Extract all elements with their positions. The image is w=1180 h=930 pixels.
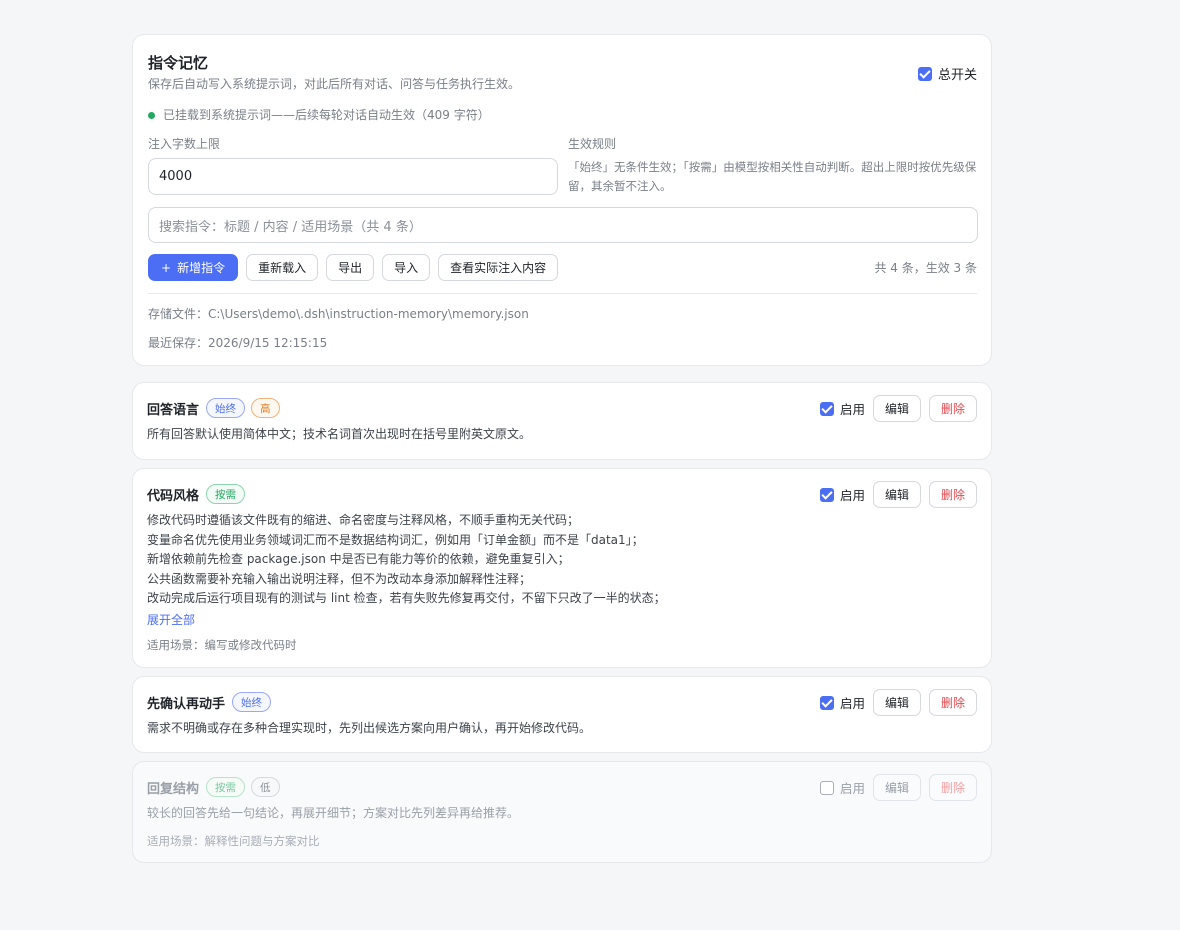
edit-button[interactable]: 编辑 [872, 395, 921, 422]
enable-toggle[interactable]: 启用 [819, 399, 865, 418]
scene-text: 适用场景：编写或修改代码时 [147, 637, 297, 652]
reload-button[interactable]: 重新载入 [246, 254, 319, 281]
mode-tag: 始终 [232, 692, 272, 712]
mode-tag: 按需 [206, 777, 246, 797]
status-text: 已挂载到系统提示词——后续每轮对话自动生效（409 字符） [163, 108, 490, 122]
instruction-title: 代码风格 [147, 488, 200, 504]
priority-tag: 高 [251, 398, 280, 418]
delete-button[interactable]: 删除 [928, 481, 977, 508]
instruction-title: 先确认再动手 [147, 696, 226, 712]
view-injected-button[interactable]: 查看实际注入内容 [438, 254, 559, 281]
instruction-card: 先确认再动手 始终 启用 编辑 删除 需求不明确或存在多种合理实现时，先列出候选… [132, 676, 992, 753]
delete-button[interactable]: 删除 [928, 689, 977, 716]
rule-text: 「始终」无条件生效；「按需」由模型按相关性自动判断。超出上限时按优先级保留，其余… [568, 160, 977, 193]
instruction-content: 修改代码时遵循该文件既有的缩进、命名密度与注释风格，不顺手重构无关代码； 变量命… [147, 513, 666, 605]
expand-all-link[interactable]: 展开全部 [147, 612, 977, 628]
limit-input-value: 4000 [159, 169, 193, 184]
storage-file-path: 存储文件：C:\Users\demo\.dsh\instruction-memo… [148, 307, 529, 321]
enable-checkbox[interactable] [819, 487, 834, 502]
mode-tag: 始终 [206, 398, 246, 418]
toolbar: + 新增指令 重新载入 导出 导入 查看实际注入内容 共 4 条，生效 3 条 [148, 254, 977, 281]
search-placeholder: 搜索指令：标题 / 内容 / 适用场景（共 4 条） [159, 219, 422, 235]
scene-text: 适用场景：解释性问题与方案对比 [147, 833, 320, 848]
instruction-card: 代码风格 按需 启用 编辑 删除 修改代码时遵循该文件既有的缩进、命名密度与注释… [132, 468, 992, 668]
enable-toggle[interactable]: 启用 [819, 485, 865, 504]
page-description: 保存后自动写入系统提示词，对此后所有对话、问答与任务执行生效。 [148, 77, 521, 91]
settings-card: 指令记忆 保存后自动写入系统提示词，对此后所有对话、问答与任务执行生效。 总开关… [132, 34, 992, 366]
page-title: 指令记忆 [148, 54, 209, 72]
rule-label: 生效规则 [568, 137, 617, 151]
limit-label: 注入字数上限 [148, 137, 221, 151]
instruction-memory-panel: 指令记忆 保存后自动写入系统提示词，对此后所有对话、问答与任务执行生效。 总开关… [132, 34, 992, 871]
mount-status: 已挂载到系统提示词——后续每轮对话自动生效（409 字符） [148, 107, 977, 123]
plus-icon: + [161, 260, 172, 275]
enable-checkbox[interactable] [819, 780, 834, 795]
status-dot-icon [148, 111, 155, 119]
instruction-content: 需求不明确或存在多种合理实现时，先列出候选方案向用户确认，再开始修改代码。 [147, 721, 592, 735]
enable-toggle[interactable]: 启用 [819, 778, 865, 797]
master-switch-checkbox[interactable] [917, 66, 932, 81]
delete-button[interactable]: 删除 [928, 774, 977, 801]
edit-button[interactable]: 编辑 [872, 689, 921, 716]
limit-input[interactable]: 4000 [148, 158, 558, 195]
instruction-title: 回答语言 [147, 402, 200, 418]
edit-button[interactable]: 编辑 [872, 481, 921, 508]
last-saved-time: 最近保存：2026/9/15 12:15:15 [148, 336, 328, 350]
enable-checkbox[interactable] [819, 695, 834, 710]
instruction-count: 共 4 条，生效 3 条 [874, 261, 977, 275]
priority-tag: 低 [251, 777, 280, 797]
enable-checkbox[interactable] [819, 401, 834, 416]
search-input[interactable]: 搜索指令：标题 / 内容 / 适用场景（共 4 条） [148, 207, 978, 243]
instruction-content: 较长的回答先给一句结论，再展开细节；方案对比先列差异再给推荐。 [147, 806, 520, 820]
delete-button[interactable]: 删除 [928, 395, 977, 422]
import-button[interactable]: 导入 [382, 254, 431, 281]
edit-button[interactable]: 编辑 [872, 774, 921, 801]
master-switch[interactable]: 总开关 [917, 64, 977, 83]
master-switch-label: 总开关 [937, 68, 977, 83]
enable-toggle[interactable]: 启用 [819, 693, 865, 712]
add-instruction-button[interactable]: + 新增指令 [148, 254, 239, 281]
instruction-card: 回答语言 始终 高 启用 编辑 删除 所有回答默认使用简体中文；技术名词首次出现… [132, 382, 992, 460]
export-button[interactable]: 导出 [326, 254, 375, 281]
instruction-card: 回复结构 按需 低 启用 编辑 删除 较长的回答先给一句结论，再展开细节；方案对… [132, 761, 992, 863]
divider [148, 293, 977, 294]
instruction-title: 回复结构 [147, 781, 200, 797]
instruction-content: 所有回答默认使用简体中文；技术名词首次出现时在括号里附英文原文。 [147, 427, 532, 441]
mode-tag: 按需 [206, 484, 246, 504]
